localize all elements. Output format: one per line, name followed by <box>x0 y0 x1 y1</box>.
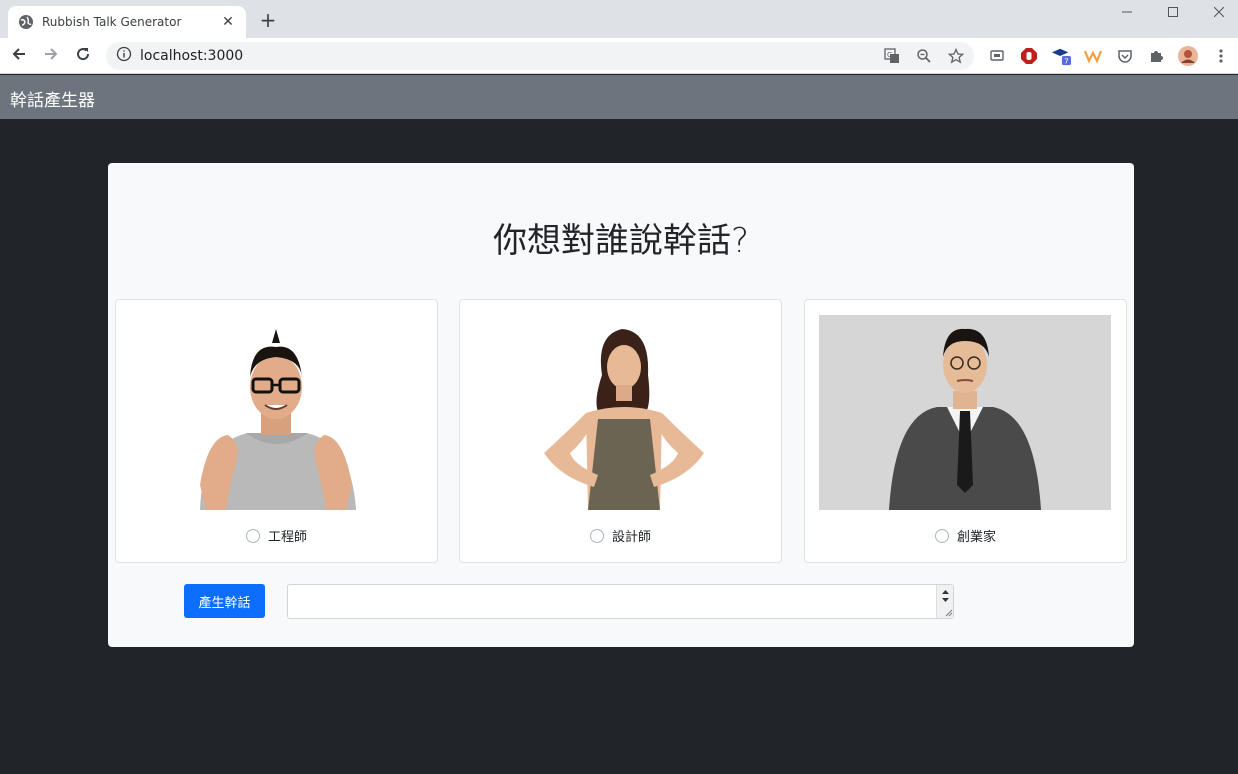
radio-designer[interactable] <box>589 528 604 543</box>
back-arrow-icon <box>11 46 27 66</box>
browser-toolbar: localhost:3000 G 7 <box>0 38 1238 74</box>
forward-button[interactable] <box>38 43 64 69</box>
close-window-button[interactable] <box>1196 0 1238 24</box>
new-tab-button[interactable]: + <box>257 10 279 32</box>
option-row-engineer[interactable]: 工程師 <box>116 526 437 545</box>
profile-avatar[interactable] <box>1178 46 1198 66</box>
adblock-extension-icon[interactable] <box>1019 46 1039 66</box>
textarea-scrollbar[interactable] <box>936 585 953 618</box>
minimize-window-button[interactable] <box>1104 0 1150 24</box>
page-title: 你想對誰說幹話? <box>492 221 750 261</box>
main-card: 你想對誰說幹話? 工程師 設計師 創業家 產生幹話 <box>108 163 1134 647</box>
option-label-designer[interactable]: 設計師 <box>612 526 651 545</box>
star-icon[interactable] <box>946 46 966 66</box>
extension-badge-count: 7 <box>1064 57 1069 66</box>
forward-arrow-icon <box>43 46 59 66</box>
option-row-entrepreneur[interactable]: 創業家 <box>805 526 1126 545</box>
info-icon[interactable] <box>116 46 132 66</box>
entrepreneur-photo <box>819 315 1111 510</box>
maximize-window-button[interactable] <box>1150 0 1196 24</box>
option-row-designer[interactable]: 設計師 <box>460 526 781 545</box>
option-card-designer[interactable]: 設計師 <box>459 299 782 563</box>
browser-tab[interactable]: Rubbish Talk Generator ✕ <box>8 6 246 38</box>
designer-photo <box>474 315 766 510</box>
url-text: localhost:3000 <box>140 48 244 64</box>
zoom-icon[interactable] <box>914 46 934 66</box>
back-button[interactable] <box>6 43 32 69</box>
radio-entrepreneur[interactable] <box>934 528 949 543</box>
output-textarea[interactable] <box>287 584 954 619</box>
app-navbar: 幹話產生器 <box>0 75 1238 119</box>
option-label-entrepreneur[interactable]: 創業家 <box>957 526 996 545</box>
browser-tab-strip: Rubbish Talk Generator ✕ + <box>0 0 1238 38</box>
graduation-cap-extension-icon[interactable]: 7 <box>1051 46 1071 66</box>
radio-engineer[interactable] <box>245 528 260 543</box>
puzzle-icon[interactable] <box>1147 46 1167 66</box>
close-tab-icon[interactable]: ✕ <box>220 14 236 30</box>
svg-text:G: G <box>887 51 892 59</box>
option-label-engineer[interactable]: 工程師 <box>268 526 307 545</box>
crown-extension-icon[interactable] <box>1083 46 1103 66</box>
option-card-engineer[interactable]: 工程師 <box>115 299 438 563</box>
generate-button[interactable]: 產生幹話 <box>184 584 265 618</box>
reload-button[interactable] <box>70 43 96 69</box>
reload-icon <box>75 46 91 66</box>
address-bar[interactable]: localhost:3000 G <box>106 42 974 70</box>
cast-extension-icon[interactable] <box>987 46 1007 66</box>
navbar-brand[interactable]: 幹話產生器 <box>10 86 95 111</box>
menu-icon[interactable] <box>1211 46 1231 66</box>
engineer-photo <box>130 315 422 510</box>
option-card-entrepreneur[interactable]: 創業家 <box>804 299 1127 563</box>
pocket-icon[interactable] <box>1115 46 1135 66</box>
tab-title: Rubbish Talk Generator <box>42 15 182 29</box>
globe-icon <box>18 14 34 30</box>
translate-icon[interactable]: G <box>882 46 902 66</box>
